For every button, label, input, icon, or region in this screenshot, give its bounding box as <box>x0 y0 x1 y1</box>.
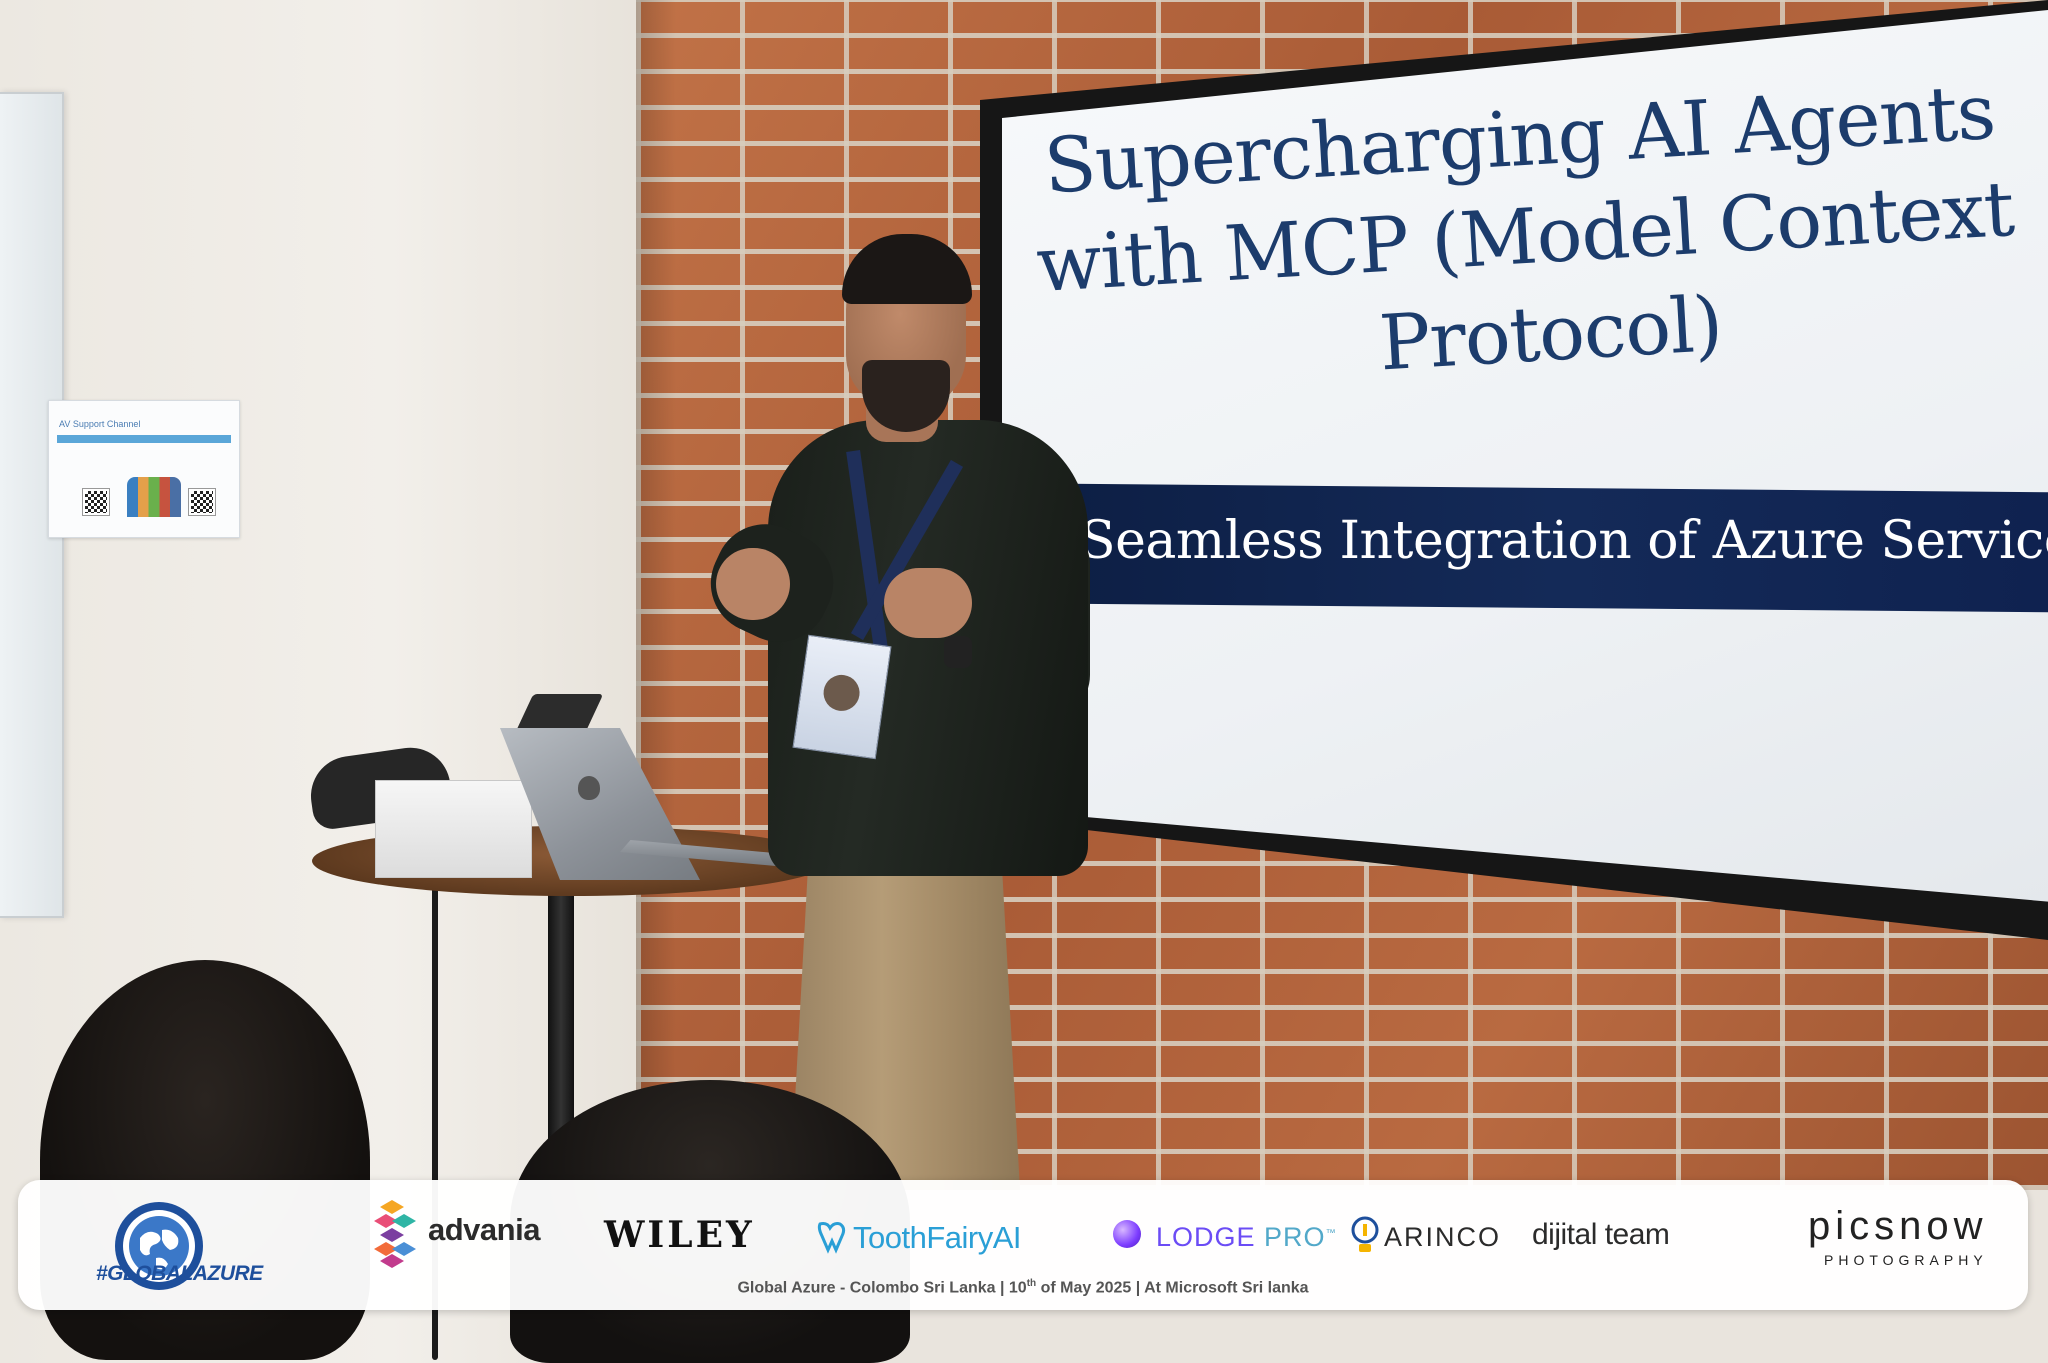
poster-title: AV Support Channel <box>59 419 141 429</box>
lodge-pro-icon <box>1113 1220 1141 1248</box>
picsnow-subtitle: PHOTOGRAPHY <box>1824 1252 1988 1268</box>
lodge-word: LODGE <box>1156 1222 1256 1252</box>
poster-bar <box>57 435 231 443</box>
wiley-logo: WILEY <box>604 1214 755 1256</box>
lodge-pro-logo: LODGE PRO™ <box>1156 1222 1337 1253</box>
advania-logo-icon <box>374 1200 416 1268</box>
wall-poster: AV Support Channel <box>48 400 240 538</box>
dijital-team-logo: dijital team <box>1532 1218 1670 1251</box>
tissue-box <box>375 780 532 878</box>
event-caption-sup: th <box>1026 1278 1037 1289</box>
qr-code-icon <box>82 488 110 516</box>
qr-code-icon <box>188 488 216 516</box>
arinco-logo: ARINCO <box>1384 1222 1502 1252</box>
wall-corner-shadow <box>636 0 676 1190</box>
pro-word: PRO <box>1264 1222 1326 1252</box>
speaker-hand <box>716 548 790 620</box>
sponsor-banner: #GLOBALAZURE advania WILEY ToothFairyAI … <box>18 1180 2028 1310</box>
badge-photo <box>821 672 862 714</box>
people-illustration <box>127 477 181 517</box>
slide-subtitle: Seamless Integration of Azure Services <box>1080 511 2048 571</box>
name-badge <box>792 634 892 760</box>
event-caption: Global Azure - Colombo Sri Lanka | 10th … <box>18 1278 2028 1297</box>
picsnow-logo: picsnow <box>1808 1204 1988 1248</box>
advania-logo: advania <box>428 1212 540 1247</box>
apple-icon <box>578 776 600 800</box>
event-caption-part: of May 2025 | At Microsoft Sri lanka <box>1036 1279 1309 1297</box>
toothfairy-logo: ToothFairyAI <box>853 1220 1022 1255</box>
speaker-hand <box>884 568 972 638</box>
slide-title: Supercharging AI Agents with MCP (Model … <box>1012 61 2037 413</box>
toothfairy-icon <box>817 1222 846 1254</box>
arinco-bulb-icon <box>1351 1216 1379 1252</box>
trademark: ™ <box>1325 1228 1337 1239</box>
event-caption-part: Global Azure - Colombo Sri Lanka | 10 <box>737 1279 1027 1297</box>
smartwatch <box>944 636 972 668</box>
